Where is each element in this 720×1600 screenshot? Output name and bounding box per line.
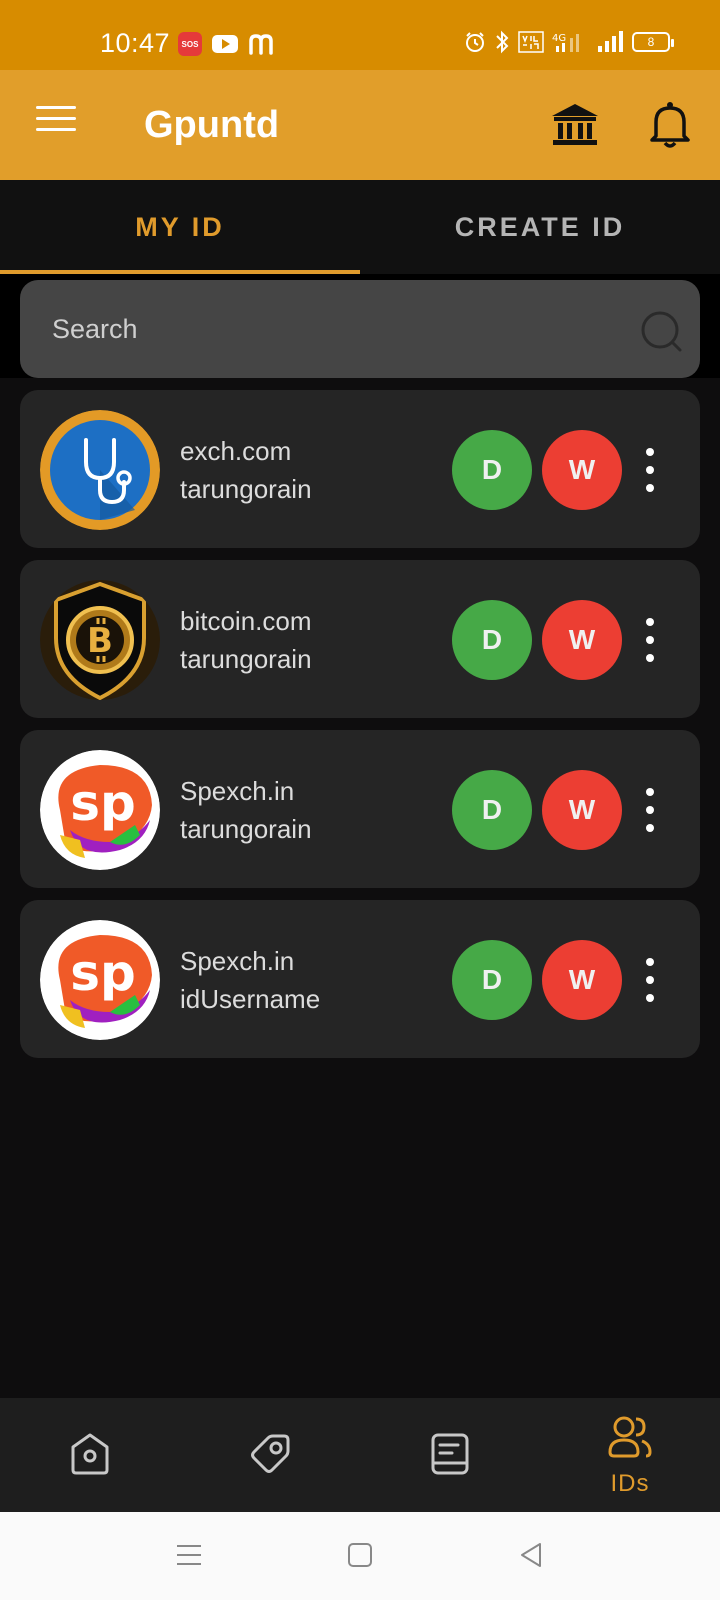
home-icon xyxy=(71,1433,109,1475)
sos-icon: SOS xyxy=(178,32,202,56)
notification-bell-icon[interactable] xyxy=(648,100,692,150)
withdraw-button[interactable]: W xyxy=(542,770,622,850)
id-username: tarungorain xyxy=(180,474,312,504)
signal-4g-icon: 4G xyxy=(552,33,579,52)
spexch-logo: sp xyxy=(40,750,160,870)
app-title: Gpuntd xyxy=(144,104,280,146)
status-bar: 10:47 SOS 4G 8 xyxy=(0,0,720,70)
withdraw-button[interactable]: W xyxy=(542,430,622,510)
deposit-button[interactable]: D xyxy=(452,430,532,510)
deposit-button[interactable]: D xyxy=(452,770,532,850)
id-site: exch.com xyxy=(180,436,292,466)
svg-text:sp: sp xyxy=(70,774,136,832)
status-notification-icons: SOS xyxy=(178,32,274,56)
bottom-nav: IDs xyxy=(0,1398,720,1512)
hamburger-line xyxy=(36,106,76,109)
battery-icon: 8 xyxy=(632,32,674,52)
withdraw-button[interactable]: W xyxy=(542,600,622,680)
more-options-icon[interactable] xyxy=(640,618,660,662)
alarm-icon xyxy=(466,32,484,52)
more-options-icon[interactable] xyxy=(640,958,660,1002)
id-card[interactable]: sp Spexch.in tarungorain D W xyxy=(20,730,700,888)
search-box xyxy=(20,280,700,378)
id-site: Spexch.in xyxy=(180,946,295,976)
nav-ids-label: IDs xyxy=(610,1470,650,1497)
deposit-button[interactable]: D xyxy=(452,600,532,680)
passbook-icon xyxy=(431,1433,469,1475)
status-system-icons: 4G 8 xyxy=(464,30,674,54)
svg-text:sp: sp xyxy=(70,944,136,1002)
m-app-icon xyxy=(249,34,273,55)
tab-bar: MY ID CREATE ID xyxy=(0,180,720,274)
id-card-info: Spexch.in idUsername xyxy=(180,942,320,1018)
id-site: Spexch.in xyxy=(180,776,295,806)
search-input[interactable] xyxy=(52,280,612,378)
volte-icon xyxy=(518,31,544,53)
id-card-info: bitcoin.com tarungorain xyxy=(180,602,312,678)
app-bar: Gpuntd xyxy=(0,70,720,180)
bank-icon[interactable] xyxy=(550,102,600,148)
svg-text:4G: 4G xyxy=(552,33,566,44)
id-site: bitcoin.com xyxy=(180,606,312,636)
id-card-info: exch.com tarungorain xyxy=(180,432,312,508)
stethoscope-logo xyxy=(40,410,160,530)
home-square-icon[interactable] xyxy=(345,1540,375,1570)
tab-my-id[interactable]: MY ID xyxy=(0,180,360,274)
hamburger-line xyxy=(36,128,76,131)
id-username: idUsername xyxy=(180,984,321,1014)
nav-offers[interactable] xyxy=(180,1398,360,1512)
id-card-info: Spexch.in tarungorain xyxy=(180,772,312,848)
recent-apps-icon[interactable] xyxy=(174,1540,204,1570)
id-username: tarungorain xyxy=(180,814,312,844)
withdraw-button[interactable]: W xyxy=(542,940,622,1020)
system-nav-bar xyxy=(0,1512,720,1600)
svg-text:B: B xyxy=(87,621,113,661)
signal-icon xyxy=(598,31,623,52)
spexch-logo: sp xyxy=(40,920,160,1040)
hamburger-line xyxy=(36,117,76,120)
more-options-icon[interactable] xyxy=(640,788,660,832)
search-section xyxy=(0,274,720,378)
menu-button[interactable] xyxy=(36,106,76,140)
nav-passbook[interactable] xyxy=(360,1398,540,1512)
youtube-icon xyxy=(212,35,238,53)
tab-create-id[interactable]: CREATE ID xyxy=(360,180,720,274)
deposit-button[interactable]: D xyxy=(452,940,532,1020)
bitcoin-shield-logo: B xyxy=(40,580,160,700)
status-time: 10:47 xyxy=(100,28,171,58)
nav-home[interactable] xyxy=(0,1398,180,1512)
tag-icon xyxy=(251,1434,290,1473)
back-icon[interactable] xyxy=(516,1540,546,1570)
id-username: tarungorain xyxy=(180,644,312,674)
bluetooth-icon xyxy=(496,30,509,54)
nav-ids[interactable]: IDs xyxy=(540,1398,720,1512)
id-card[interactable]: sp Spexch.in idUsername D W xyxy=(20,900,700,1058)
search-icon[interactable] xyxy=(640,310,684,354)
id-card[interactable]: exch.com tarungorain D W xyxy=(20,390,700,548)
id-card[interactable]: B bitcoin.com tarungorain D W xyxy=(20,560,700,718)
users-icon xyxy=(608,1416,652,1458)
more-options-icon[interactable] xyxy=(640,448,660,492)
